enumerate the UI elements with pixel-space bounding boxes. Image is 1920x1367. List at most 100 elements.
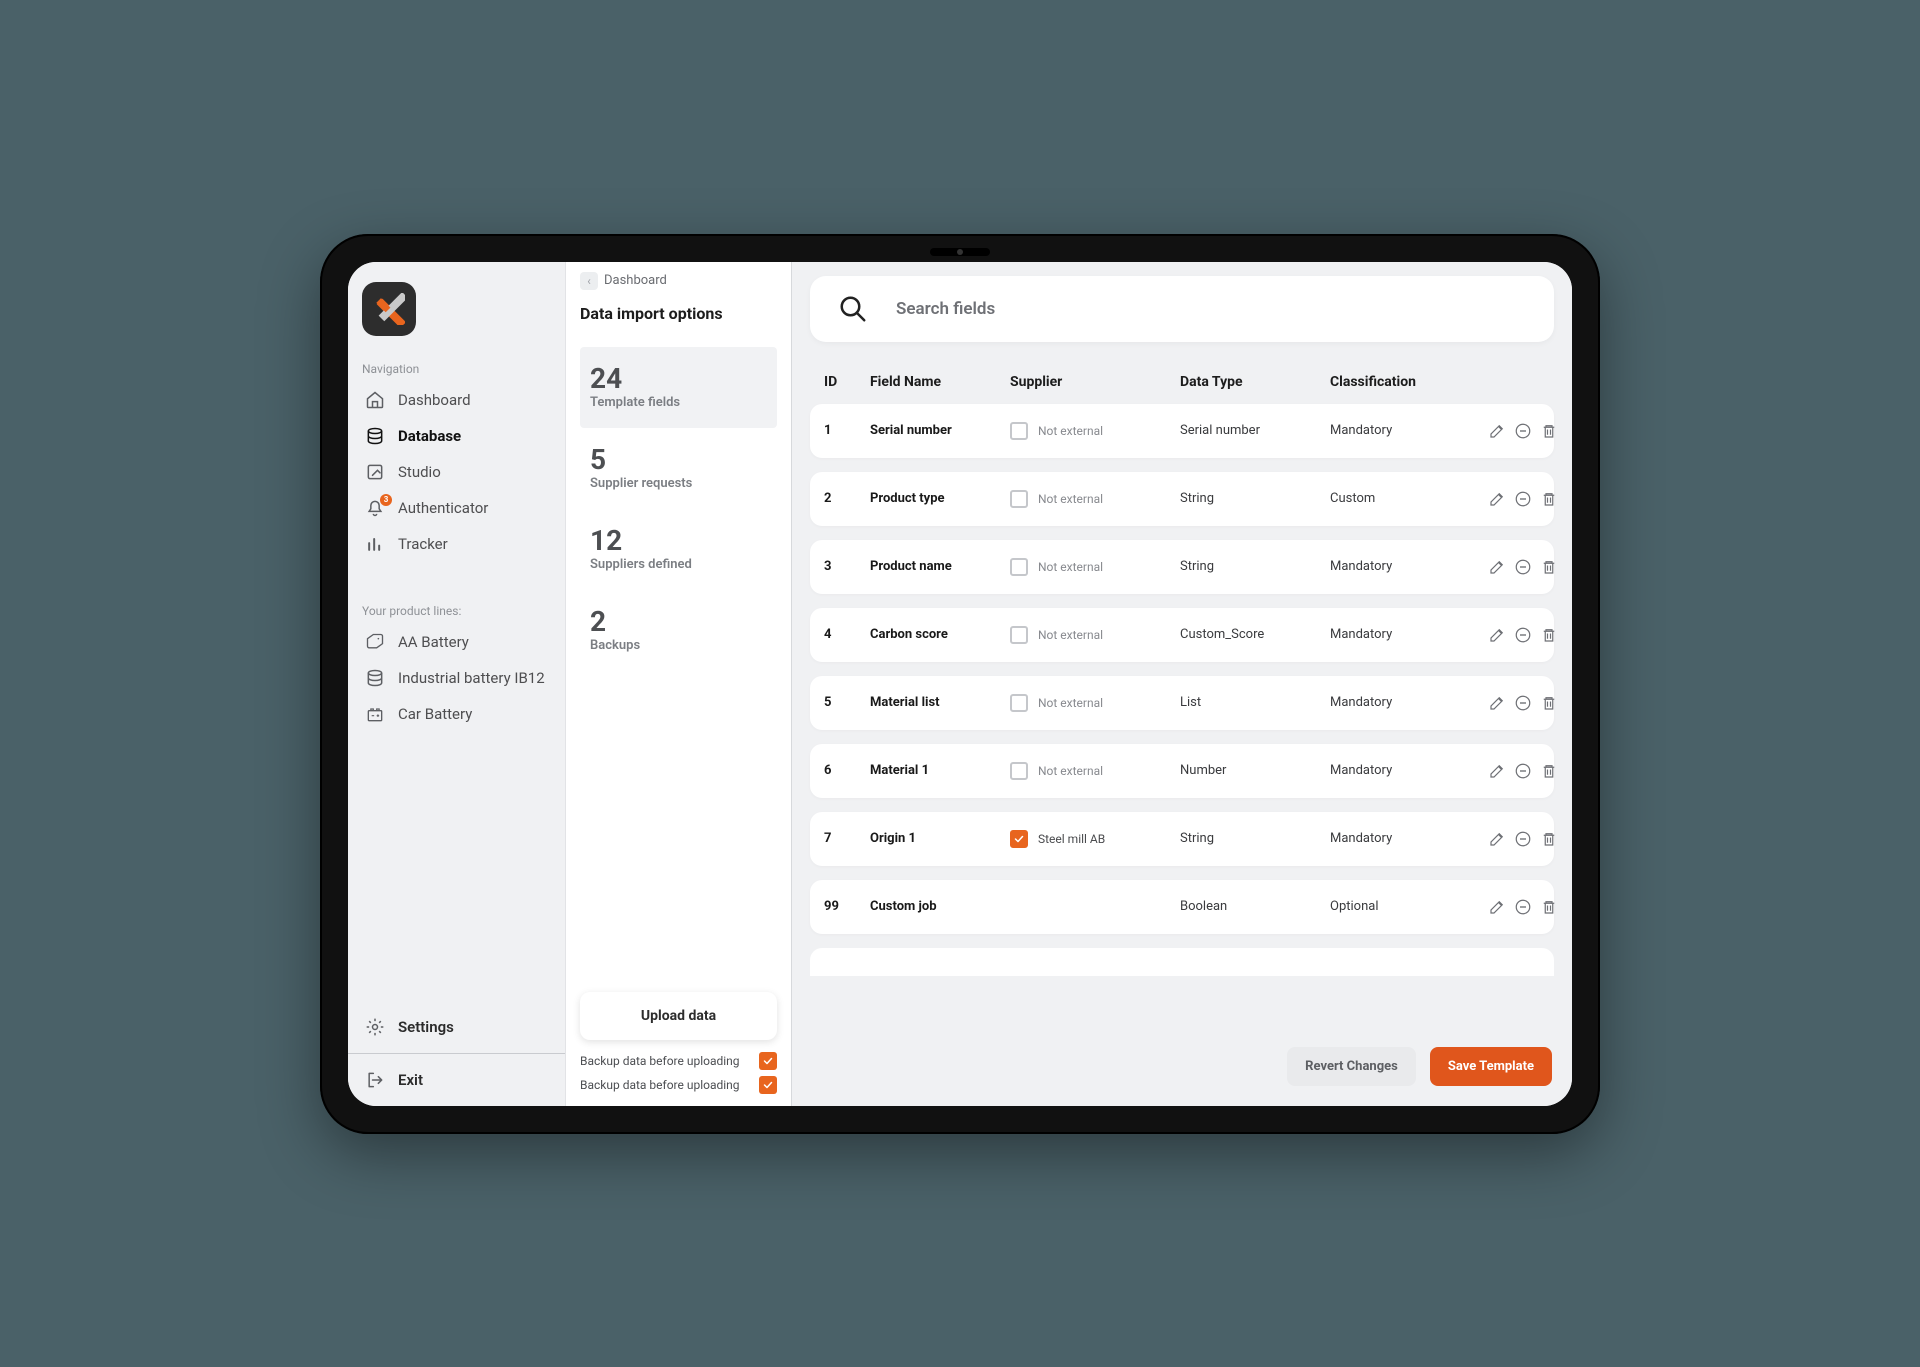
remove-icon[interactable] <box>1514 422 1532 440</box>
stat-supplier-requests[interactable]: 5 Supplier requests <box>580 428 777 509</box>
cell-supplier: Not external <box>1010 694 1180 712</box>
sidebar-item-database[interactable]: Database <box>358 418 555 454</box>
cell-field-name: Material 1 <box>870 763 1010 778</box>
database-icon <box>364 668 386 688</box>
row-actions <box>1480 626 1558 644</box>
supplier-checkbox[interactable] <box>1010 422 1028 440</box>
app-logo[interactable] <box>362 282 416 336</box>
divider <box>348 1053 565 1054</box>
stat-backups[interactable]: 2 Backups <box>580 590 777 671</box>
supplier-checkbox[interactable] <box>1010 694 1028 712</box>
supplier-checkbox[interactable] <box>1010 626 1028 644</box>
empty-row <box>810 948 1554 976</box>
table-row: 2Product typeNot externalStringCustom <box>810 472 1554 526</box>
row-actions <box>1480 422 1558 440</box>
sidebar-item-dashboard[interactable]: Dashboard <box>358 382 555 418</box>
breadcrumb[interactable]: ‹ Dashboard <box>580 272 777 290</box>
cell-field-name: Serial number <box>870 423 1010 438</box>
remove-icon[interactable] <box>1514 898 1532 916</box>
backup-checkbox-2[interactable] <box>759 1076 777 1094</box>
table-row: 5Material listNot externalListMandatory <box>810 676 1554 730</box>
row-actions <box>1480 898 1558 916</box>
product-line-aa-battery[interactable]: AA Battery <box>358 624 555 660</box>
cell-classification: Mandatory <box>1330 423 1480 438</box>
edit-icon[interactable] <box>1488 694 1506 712</box>
th-classification: Classification <box>1330 374 1480 390</box>
revert-changes-button[interactable]: Revert Changes <box>1287 1047 1416 1086</box>
cell-data-type: String <box>1180 559 1330 574</box>
supplier-text: Not external <box>1038 424 1103 438</box>
camera-notch <box>930 248 990 256</box>
trash-icon[interactable] <box>1540 762 1558 780</box>
stat-label: Template fields <box>590 395 767 410</box>
remove-icon[interactable] <box>1514 558 1532 576</box>
trash-icon[interactable] <box>1540 830 1558 848</box>
edit-icon[interactable] <box>1488 626 1506 644</box>
edit-icon[interactable] <box>1488 558 1506 576</box>
edit-icon[interactable] <box>1488 762 1506 780</box>
supplier-checkbox[interactable] <box>1010 490 1028 508</box>
sidebar-item-exit[interactable]: Exit <box>358 1062 555 1098</box>
trash-icon[interactable] <box>1540 490 1558 508</box>
supplier-checkbox[interactable] <box>1010 830 1028 848</box>
stat-label: Suppliers defined <box>590 557 767 572</box>
cell-classification: Mandatory <box>1330 627 1480 642</box>
sidebar-item-label: Database <box>398 427 461 445</box>
nav-section-label: Navigation <box>362 362 551 376</box>
trash-icon[interactable] <box>1540 422 1558 440</box>
supplier-checkbox[interactable] <box>1010 558 1028 576</box>
exit-icon <box>364 1070 386 1090</box>
cell-data-type: String <box>1180 831 1330 846</box>
sidebar-item-studio[interactable]: Studio <box>358 454 555 490</box>
product-line-industrial-battery[interactable]: Industrial battery IB12 <box>358 660 555 696</box>
edit-icon[interactable] <box>1488 830 1506 848</box>
home-icon <box>364 390 386 410</box>
remove-icon[interactable] <box>1514 762 1532 780</box>
cell-supplier: Not external <box>1010 490 1180 508</box>
backup-checkbox-1[interactable] <box>759 1052 777 1070</box>
trash-icon[interactable] <box>1540 626 1558 644</box>
th-id: ID <box>824 374 870 390</box>
supplier-text: Not external <box>1038 492 1103 506</box>
edit-icon[interactable] <box>1488 490 1506 508</box>
supplier-checkbox[interactable] <box>1010 762 1028 780</box>
trash-icon[interactable] <box>1540 898 1558 916</box>
edit-icon[interactable] <box>1488 898 1506 916</box>
stat-value: 12 <box>590 527 767 555</box>
cell-classification: Mandatory <box>1330 559 1480 574</box>
stat-suppliers-defined[interactable]: 12 Suppliers defined <box>580 509 777 590</box>
stat-label: Supplier requests <box>590 476 767 491</box>
backup-check-row-2: Backup data before uploading <box>580 1076 777 1094</box>
backup-check-label: Backup data before uploading <box>580 1078 740 1092</box>
chevron-left-icon[interactable]: ‹ <box>580 272 598 290</box>
stat-template-fields[interactable]: 24 Template fields <box>580 347 777 428</box>
cell-field-name: Product type <box>870 491 1010 506</box>
trash-icon[interactable] <box>1540 694 1558 712</box>
table-row: 1Serial numberNot externalSerial numberM… <box>810 404 1554 458</box>
table-header: ID Field Name Supplier Data Type Classif… <box>810 370 1554 404</box>
cell-id: 99 <box>824 899 870 914</box>
remove-icon[interactable] <box>1514 694 1532 712</box>
remove-icon[interactable] <box>1514 626 1532 644</box>
stat-label: Backups <box>590 638 767 653</box>
sidebar-item-authenticator[interactable]: 3 Authenticator <box>358 490 555 526</box>
search-input[interactable] <box>896 299 1526 319</box>
table-row: 4Carbon scoreNot externalCustom_ScoreMan… <box>810 608 1554 662</box>
edit-icon[interactable] <box>1488 422 1506 440</box>
trash-icon[interactable] <box>1540 558 1558 576</box>
cell-id: 2 <box>824 491 870 506</box>
save-template-button[interactable]: Save Template <box>1430 1047 1552 1086</box>
supplier-text: Not external <box>1038 764 1103 778</box>
upload-data-button[interactable]: Upload data <box>580 992 777 1040</box>
cell-field-name: Origin 1 <box>870 831 1010 846</box>
tracker-icon <box>364 534 386 554</box>
sidebar-item-settings[interactable]: Settings <box>358 1009 555 1045</box>
product-line-car-battery[interactable]: Car Battery <box>358 696 555 732</box>
sidebar-item-tracker[interactable]: Tracker <box>358 526 555 562</box>
remove-icon[interactable] <box>1514 490 1532 508</box>
backup-check-row-1: Backup data before uploading <box>580 1052 777 1070</box>
cell-id: 7 <box>824 831 870 846</box>
car-battery-icon <box>364 704 386 724</box>
search-icon <box>838 294 868 324</box>
remove-icon[interactable] <box>1514 830 1532 848</box>
